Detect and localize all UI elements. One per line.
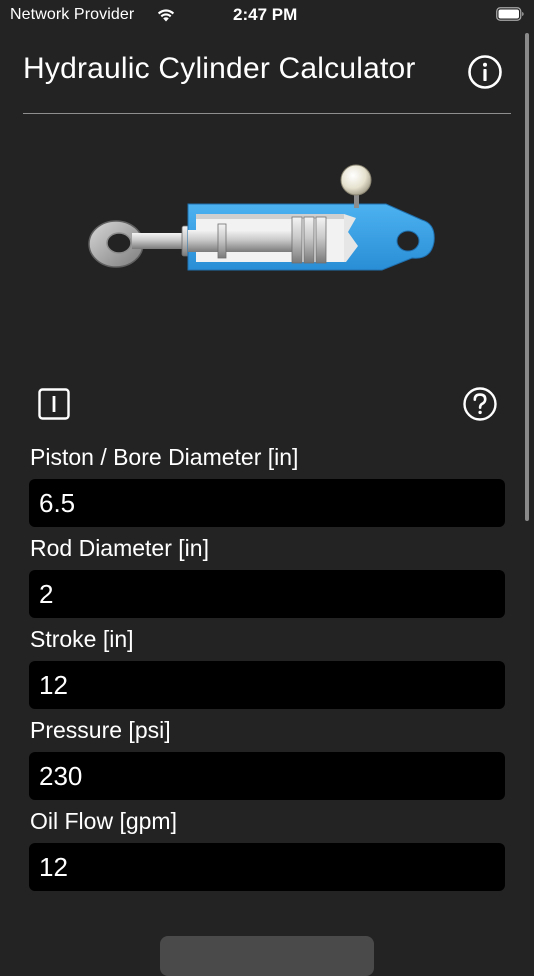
navigation-bar: Hydraulic Cylinder Calculator bbox=[0, 40, 534, 114]
battery-icon bbox=[496, 7, 524, 21]
rod-diameter-label: Rod Diameter [in] bbox=[30, 535, 209, 561]
piston-bore-diameter-input[interactable] bbox=[29, 479, 505, 527]
status-bar: Network Provider 2:47 PM bbox=[0, 0, 534, 32]
wifi-icon bbox=[157, 9, 175, 22]
oil-flow-label: Oil Flow [gpm] bbox=[30, 808, 177, 834]
scroll-indicator bbox=[525, 33, 529, 521]
status-time: 2:47 PM bbox=[233, 5, 298, 24]
header-divider bbox=[23, 113, 511, 114]
hydraulic-cylinder-illustration bbox=[88, 164, 435, 271]
unit-toggle-icon[interactable] bbox=[38, 388, 70, 420]
pressure-input[interactable] bbox=[29, 752, 505, 800]
stroke-label: Stroke [in] bbox=[30, 626, 134, 652]
page-title: Hydraulic Cylinder Calculator bbox=[23, 52, 416, 85]
pressure-label: Pressure [psi] bbox=[30, 717, 171, 743]
piston-bore-diameter-label: Piston / Bore Diameter [in] bbox=[30, 444, 299, 470]
oil-flow-input[interactable] bbox=[29, 843, 505, 891]
rod-diameter-input[interactable] bbox=[29, 570, 505, 618]
stroke-input[interactable] bbox=[29, 661, 505, 709]
question-mark-icon[interactable] bbox=[462, 386, 498, 422]
carrier-name: Network Provider bbox=[10, 6, 135, 23]
info-icon[interactable] bbox=[467, 54, 503, 90]
calculate-button[interactable] bbox=[160, 936, 374, 976]
